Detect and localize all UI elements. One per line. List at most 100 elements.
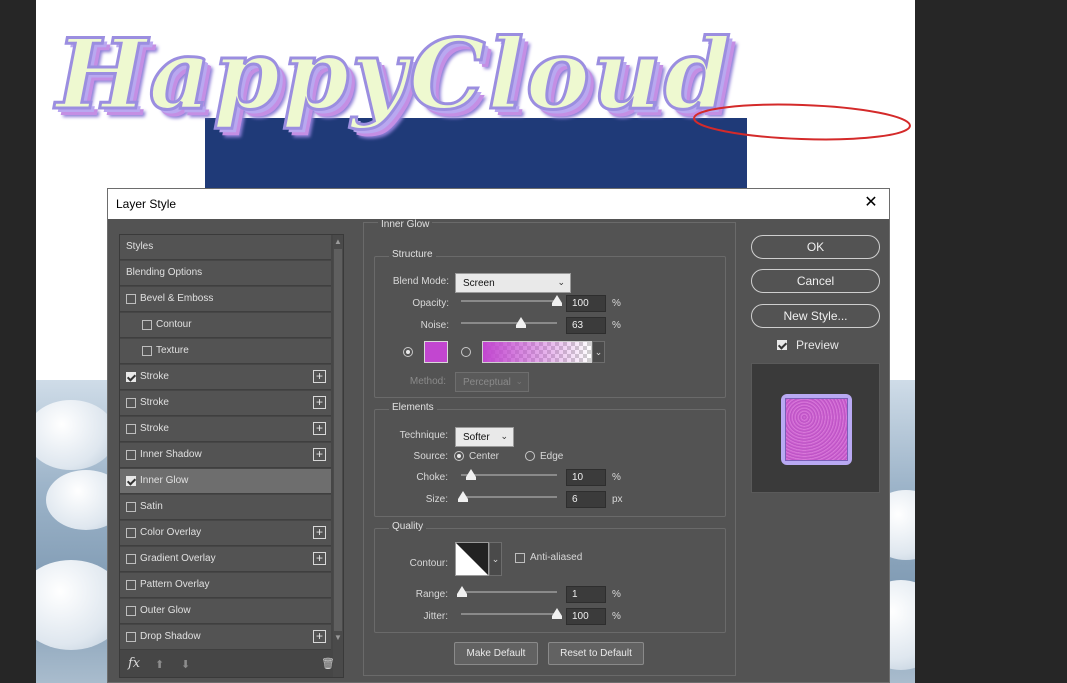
quality-title: Quality bbox=[389, 521, 427, 532]
style-item-stroke[interactable]: Stroke + bbox=[120, 365, 331, 390]
contour-chevron-icon[interactable]: ⌄ bbox=[489, 542, 502, 576]
style-preview-thumbnail bbox=[781, 394, 852, 465]
ok-button[interactable]: OK bbox=[751, 235, 880, 259]
style-item-stroke[interactable]: Stroke + bbox=[120, 391, 331, 416]
glow-gradient-picker[interactable] bbox=[482, 341, 592, 363]
slider-knob[interactable] bbox=[516, 317, 527, 328]
anti-aliased-checkbox[interactable] bbox=[515, 553, 525, 563]
add-effect-plus-icon[interactable]: + bbox=[313, 422, 326, 435]
add-effect-plus-icon[interactable]: + bbox=[313, 448, 326, 461]
noise-input[interactable]: 63 bbox=[566, 317, 606, 334]
style-item-color-overlay[interactable]: Color Overlay + bbox=[120, 521, 331, 546]
styles-list-scrollbar[interactable]: ▲ ▼ bbox=[333, 235, 343, 677]
dialog-titlebar[interactable]: Layer Style ✕ bbox=[108, 189, 889, 219]
move-down-icon[interactable]: ⬇ bbox=[181, 658, 190, 671]
elements-group: Elements Technique: Softer ⌄ Source: Cent… bbox=[374, 402, 726, 517]
style-item-checkbox[interactable] bbox=[126, 580, 136, 590]
style-item-styles[interactable]: Styles bbox=[120, 235, 331, 260]
blend-mode-select[interactable]: Screen ⌄ bbox=[455, 273, 571, 293]
fx-icon[interactable]: fx bbox=[128, 656, 140, 671]
gradient-dropdown-chevron-icon[interactable]: ⌄ bbox=[592, 341, 605, 363]
style-item-checkbox[interactable] bbox=[126, 450, 136, 460]
close-icon[interactable]: ✕ bbox=[861, 193, 881, 213]
style-item-label: Color Overlay bbox=[140, 527, 202, 538]
style-item-checkbox[interactable] bbox=[126, 606, 136, 616]
style-item-satin[interactable]: Satin bbox=[120, 495, 331, 520]
style-item-label: Stroke bbox=[140, 397, 169, 408]
slider-knob[interactable] bbox=[552, 608, 562, 619]
cancel-button[interactable]: Cancel bbox=[751, 269, 880, 293]
scroll-down-icon[interactable]: ▼ bbox=[334, 633, 342, 643]
style-item-inner-shadow[interactable]: Inner Shadow + bbox=[120, 443, 331, 468]
size-input[interactable]: 6 bbox=[566, 491, 606, 508]
style-item-checkbox[interactable] bbox=[126, 528, 136, 538]
style-item-checkbox[interactable] bbox=[126, 398, 136, 408]
style-item-pattern-overlay[interactable]: Pattern Overlay bbox=[120, 573, 331, 598]
make-default-button[interactable]: Make Default bbox=[454, 642, 538, 665]
new-style-button[interactable]: New Style... bbox=[751, 304, 880, 328]
style-item-checkbox[interactable] bbox=[126, 294, 136, 304]
style-item-checkbox[interactable] bbox=[126, 476, 136, 486]
style-item-contour[interactable]: Contour bbox=[120, 313, 331, 338]
add-effect-plus-icon[interactable]: + bbox=[313, 396, 326, 409]
style-item-label: Inner Shadow bbox=[140, 449, 202, 460]
size-label: Size: bbox=[425, 494, 448, 505]
style-item-checkbox[interactable] bbox=[142, 346, 152, 356]
noise-slider[interactable] bbox=[461, 317, 557, 328]
style-item-checkbox[interactable] bbox=[142, 320, 152, 330]
layer-style-dialog: Layer Style ✕ Drop Shadow + Outer Glow Patt… bbox=[107, 188, 890, 683]
style-item-outer-glow[interactable]: Outer Glow bbox=[120, 599, 331, 624]
slider-knob[interactable] bbox=[465, 469, 476, 480]
source-center-radio[interactable] bbox=[454, 451, 464, 461]
style-item-stroke[interactable]: Stroke + bbox=[120, 417, 331, 442]
technique-label: Technique: bbox=[399, 430, 448, 441]
range-label: Range: bbox=[415, 589, 448, 600]
dialog-title: Layer Style bbox=[116, 197, 177, 211]
solid-color-radio[interactable] bbox=[403, 347, 413, 357]
chevron-down-icon: ⌄ bbox=[500, 431, 508, 441]
style-item-label: Styles bbox=[126, 241, 154, 252]
style-item-checkbox[interactable] bbox=[126, 502, 136, 512]
jitter-input[interactable]: 100 bbox=[566, 608, 606, 625]
style-item-texture[interactable]: Texture bbox=[120, 339, 331, 364]
inner-glow-panel: Inner Glow Structure Blend Mode: Screen ⌄… bbox=[363, 219, 736, 676]
reset-to-default-button[interactable]: Reset to Default bbox=[548, 642, 644, 665]
style-item-bevel-emboss[interactable]: Bevel & Emboss bbox=[120, 287, 331, 312]
style-item-blending-options[interactable]: Blending Options bbox=[120, 261, 331, 286]
style-item-checkbox[interactable] bbox=[126, 424, 136, 434]
choke-slider[interactable] bbox=[461, 469, 557, 480]
noise-label: Noise: bbox=[420, 320, 449, 331]
style-item-checkbox[interactable] bbox=[126, 372, 136, 382]
move-up-icon[interactable]: ⬆ bbox=[155, 658, 164, 671]
range-slider[interactable] bbox=[456, 586, 557, 597]
scrollbar-thumb[interactable] bbox=[334, 249, 342, 631]
style-item-label: Drop Shadow bbox=[140, 631, 201, 642]
source-edge-radio[interactable] bbox=[525, 451, 535, 461]
glow-color-swatch[interactable] bbox=[424, 341, 448, 363]
add-effect-plus-icon[interactable]: + bbox=[313, 526, 326, 539]
scroll-up-icon[interactable]: ▲ bbox=[334, 237, 342, 247]
range-input[interactable]: 1 bbox=[566, 586, 606, 603]
section-title: Inner Glow bbox=[378, 219, 433, 230]
slider-knob[interactable] bbox=[458, 491, 469, 502]
style-item-gradient-overlay[interactable]: Gradient Overlay + bbox=[120, 547, 331, 572]
slider-knob[interactable] bbox=[456, 586, 467, 597]
slider-knob[interactable] bbox=[552, 295, 562, 306]
style-item-drop-shadow[interactable]: Drop Shadow + bbox=[120, 625, 331, 650]
technique-select[interactable]: Softer ⌄ bbox=[455, 427, 514, 447]
add-effect-plus-icon[interactable]: + bbox=[313, 552, 326, 565]
add-effect-plus-icon[interactable]: + bbox=[313, 630, 326, 643]
trash-icon[interactable]: 🗑 bbox=[321, 657, 335, 670]
size-slider[interactable] bbox=[458, 491, 557, 502]
style-item-checkbox[interactable] bbox=[126, 632, 136, 642]
style-item-checkbox[interactable] bbox=[126, 554, 136, 564]
gradient-radio[interactable] bbox=[461, 347, 471, 357]
jitter-slider[interactable] bbox=[461, 608, 562, 619]
contour-curve-picker[interactable] bbox=[455, 542, 489, 576]
choke-input[interactable]: 10 bbox=[566, 469, 606, 486]
preview-checkbox[interactable] bbox=[777, 340, 787, 350]
opacity-input[interactable]: 100 bbox=[566, 295, 606, 312]
opacity-slider[interactable] bbox=[461, 295, 562, 306]
add-effect-plus-icon[interactable]: + bbox=[313, 370, 326, 383]
style-item-inner-glow[interactable]: Inner Glow bbox=[120, 469, 331, 494]
